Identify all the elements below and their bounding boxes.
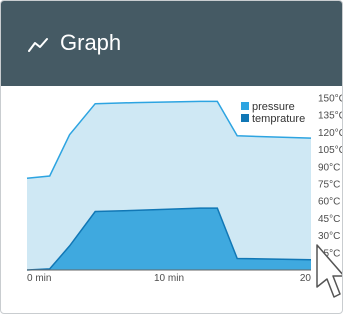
- card-title: Graph: [60, 30, 122, 55]
- y-tick-label: 105°C: [318, 145, 343, 156]
- line-chart-icon: [28, 38, 48, 52]
- x-tick-label: 20: [300, 273, 312, 284]
- legend-item-temprature: temprature: [252, 113, 305, 125]
- card-header: Graph: [1, 1, 342, 86]
- y-tick-label: 120°C: [318, 128, 343, 139]
- area-chart: 0 min 10 min 20 150°C 135°C 120°C 105°C 90°C 75°…: [26, 94, 343, 284]
- y-tick-label: 135°C: [318, 111, 343, 122]
- mouse-pointer-icon: [316, 244, 342, 298]
- y-tick-label: 60°C: [318, 197, 340, 208]
- x-tick-label: 10 min: [154, 273, 184, 284]
- y-tick-label: 75°C: [318, 180, 340, 191]
- graph-card: Graph 0 min 10 min 20 150°C 135°C 120°C 105°C 9…: [0, 0, 343, 314]
- y-tick-label: 45°C: [318, 214, 340, 225]
- x-tick-label: 0 min: [27, 273, 51, 284]
- y-tick-label: 150°C: [318, 94, 343, 105]
- legend-swatch: [241, 102, 249, 110]
- y-tick-label: 90°C: [318, 162, 340, 173]
- legend-item-pressure: pressure: [252, 101, 295, 113]
- legend-swatch: [241, 114, 249, 122]
